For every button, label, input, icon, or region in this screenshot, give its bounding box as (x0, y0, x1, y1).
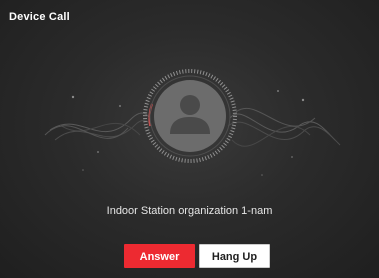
user-avatar-icon (143, 69, 237, 163)
dialog-title: Device Call (9, 11, 70, 23)
hang-up-button[interactable]: Hang Up (199, 244, 270, 268)
answer-button[interactable]: Answer (124, 244, 195, 268)
caller-name: Indoor Station organization 1-nam (106, 205, 273, 217)
device-call-dialog: Device Call Indoor Station organization … (0, 0, 379, 278)
